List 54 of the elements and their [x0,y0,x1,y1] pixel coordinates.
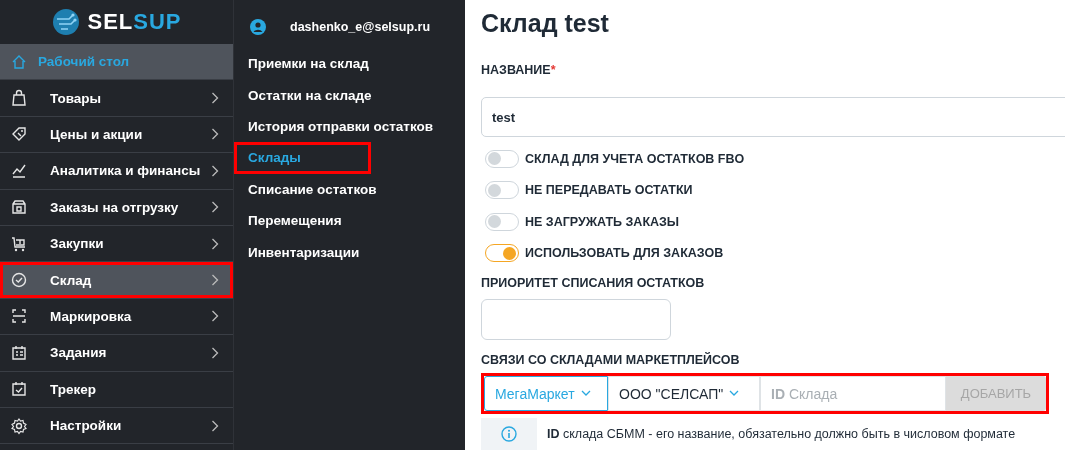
submenu-item[interactable]: История отправки остатков [234,110,446,143]
submenu-item[interactable]: Приемки на склад [234,48,381,80]
chevron-right-icon [211,201,219,214]
sidebar-item[interactable]: Заказы на отгрузку [0,189,233,226]
submenu-item[interactable]: Перемещения [234,204,354,237]
chevron-right-icon [211,237,219,250]
toggle-switch[interactable] [485,212,519,231]
toggle-switch[interactable] [485,181,519,200]
company-dropdown[interactable]: ООО "СЕЛСАП" [608,376,760,411]
field-label: СВЯЗИ СО СКЛАДАМИ МАРКЕТПЛЕЙСОВ [481,353,740,367]
toggle-switch[interactable] [485,149,519,168]
caret-icon [729,390,740,397]
chevron-right-icon [211,92,219,105]
chevron-right-icon [211,310,219,323]
priority-field[interactable] [481,299,671,340]
cart-icon [10,234,28,253]
chevron-right-icon [211,274,219,287]
info-icon [501,426,517,442]
name-field[interactable]: test [481,97,1065,137]
toggle-label: СКЛАД ДЛЯ УЧЕТА ОСТАТКОВ FBO [525,151,745,166]
sidebar-item[interactable]: Настройки [0,407,233,445]
chevron-right-icon [211,164,219,177]
box-icon [10,198,28,217]
user-icon [250,19,266,35]
caret-icon [580,390,591,397]
submenu-item[interactable]: Списание остатков [234,173,389,205]
logo-icon [51,7,82,37]
toggle-label: ИСПОЛЬЗОВАТЬ ДЛЯ ЗАКАЗОВ [525,246,724,261]
toggle-label: НЕ ЗАГРУЖАТЬ ЗАКАЗЫ [525,214,680,229]
logo-text: SELSUP [87,9,182,35]
sidebar-item[interactable]: Трекер [0,371,233,408]
submenu-item[interactable]: Инвентаризации [234,236,372,268]
chevron-right-icon [211,128,219,141]
bag-icon [10,89,28,108]
check-circle-icon [10,271,28,290]
submenu-item[interactable]: Склады [234,142,371,174]
sidebar-item[interactable]: Закупки [0,225,233,263]
toggle-switch[interactable] [485,244,519,263]
sidebar-item[interactable]: Задания [0,335,233,372]
sidebar-item[interactable]: Склад [0,262,233,299]
calendar-check-icon [10,380,28,399]
submenu-item[interactable]: Остатки на складе [234,79,384,111]
page-title: Склад test [481,7,610,39]
sidebar-item[interactable]: Товары [0,80,233,117]
scan-frame-icon [10,307,28,326]
field-label: НАЗВАНИЕ* [481,63,556,77]
calendar-list-icon [10,343,28,362]
info-text: ID склада СБММ - его название, обязательно должно быть в числовом формате [547,427,1016,441]
user-email: dashenko_e@selsup.ru [290,20,430,34]
settings-icon [10,416,28,435]
field-label: ПРИОРИТЕТ СПИСАНИЯ ОСТАТКОВ [481,276,705,290]
chevron-right-icon [211,419,219,432]
toggle-label: НЕ ПЕРЕДАВАТЬ ОСТАТКИ [525,183,693,198]
chevron-right-icon [211,346,219,359]
